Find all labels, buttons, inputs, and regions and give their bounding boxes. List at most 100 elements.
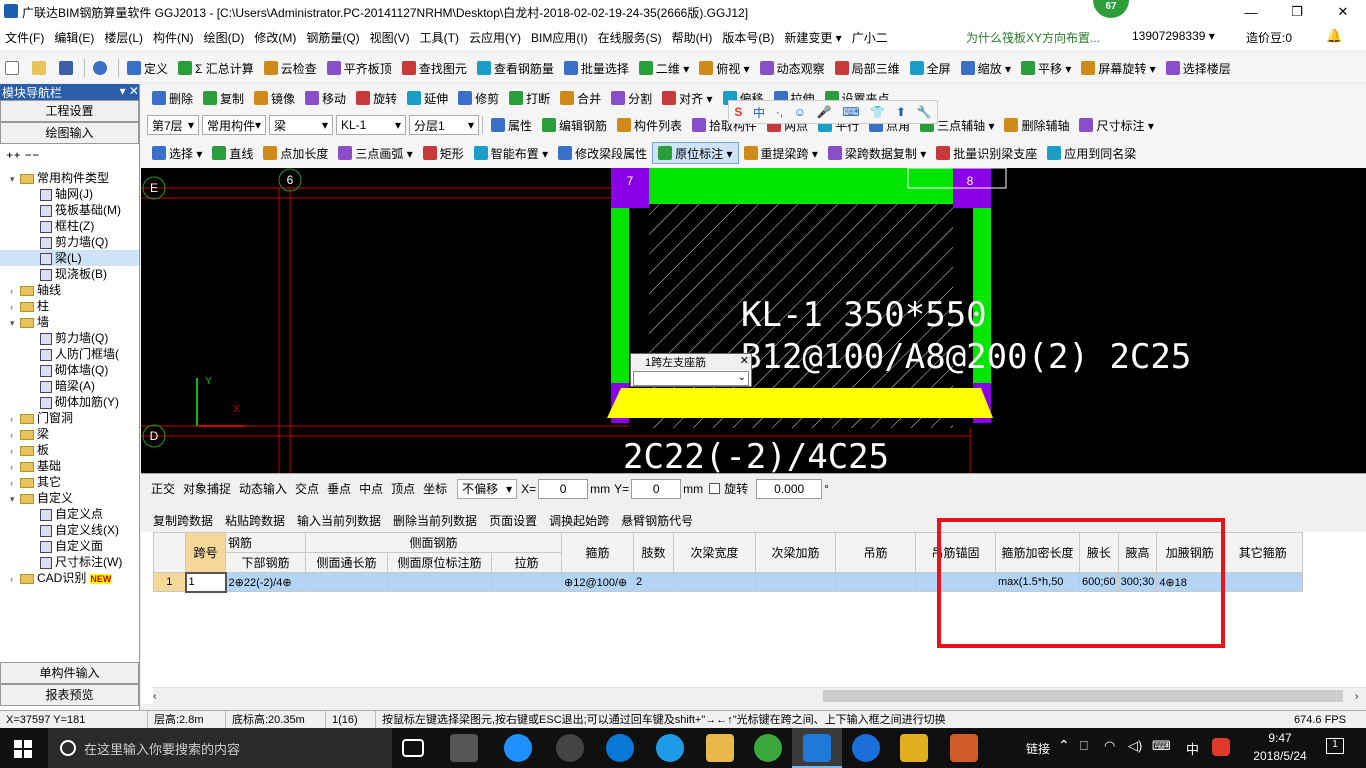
cell-bottom-rebar[interactable]: 2⊕22(-2)/4⊕ — [225, 572, 306, 592]
tree-node-11[interactable]: 人防门框墙( — [0, 346, 139, 362]
toolbar1-btn-4[interactable]: 查找图元 — [397, 57, 472, 79]
cell-side-long[interactable] — [305, 572, 388, 592]
menu-item-13[interactable]: 版本号(B) — [717, 29, 779, 46]
toolbar1-btn-1[interactable]: Σ 汇总计算 — [173, 57, 259, 79]
grid-horizontal-scrollbar[interactable]: ‹ › — [153, 687, 1366, 704]
project-settings-button[interactable]: 工程设置 — [0, 100, 139, 122]
collapse-all-icon[interactable]: ⁻⁻ — [25, 149, 40, 166]
menu-item-7[interactable]: 视图(V) — [365, 29, 415, 46]
tray-link-label[interactable]: 链接 — [1026, 740, 1050, 757]
ime-item-4[interactable]: 🎤 — [817, 105, 832, 119]
tree-node-8[interactable]: › 柱 — [0, 298, 139, 314]
menu-item-2[interactable]: 楼层(L) — [99, 29, 148, 46]
cell-legs[interactable]: 2 — [633, 572, 674, 592]
tree-expander-icon[interactable]: › — [10, 427, 20, 443]
toolbar2-btn-6[interactable]: 修剪 — [453, 87, 504, 109]
edge-icon[interactable] — [606, 734, 634, 762]
tree-expander-icon[interactable]: › — [10, 475, 20, 491]
ime-item-5[interactable]: ⌨ — [842, 105, 859, 119]
tree-node-4[interactable]: 剪力墙(Q) — [0, 234, 139, 250]
toolbar1-btn-3[interactable]: 平齐板顶 — [322, 57, 397, 79]
tree-node-16[interactable]: › 梁 — [0, 426, 139, 442]
gridtool-btn-1[interactable]: 粘贴跨数据 — [219, 512, 291, 529]
element-select[interactable]: KL-1 ▾ — [336, 115, 406, 135]
tree-node-7[interactable]: › 轴线 — [0, 282, 139, 298]
toolbar1-btn-11[interactable]: 全屏 — [905, 57, 956, 79]
cad-canvas[interactable]: E 6 D 7 8 KL-1 350*550 B12@100/A8@200(2)… — [141, 168, 1366, 473]
toolbar4-btn-8[interactable]: 重提梁跨 ▾ — [739, 142, 823, 164]
toolbar2-btn-2[interactable]: 镜像 — [249, 87, 300, 109]
menu-item-10[interactable]: BIM应用(I) — [526, 29, 593, 46]
toolbar2-btn-3[interactable]: 移动 — [300, 87, 351, 109]
scroll-thumb[interactable] — [823, 690, 1343, 702]
rotate-checkbox[interactable] — [709, 483, 721, 494]
tree-node-24[interactable]: 尺寸标注(W) — [0, 554, 139, 570]
gridtool-btn-4[interactable]: 页面设置 — [483, 512, 543, 529]
ime-item-8[interactable]: 🔧 — [917, 105, 932, 119]
snap-btn-5[interactable]: 中点 — [355, 478, 387, 500]
tree-expand-collapse[interactable]: ⁺⁺ ⁻⁻ — [0, 144, 139, 170]
tree-node-21[interactable]: 自定义点 — [0, 506, 139, 522]
tree-node-22[interactable]: 自定义线(X) — [0, 522, 139, 538]
cell-secondary-rebar[interactable] — [755, 572, 836, 592]
tree-node-1[interactable]: 轴网(J) — [0, 186, 139, 202]
floor-select[interactable]: 第7层 ▾ — [147, 115, 199, 135]
toolbar1-btn-9[interactable]: 动态观察 — [755, 57, 830, 79]
toolbar1-btn-2[interactable]: 云检查 — [259, 57, 322, 79]
tree-expander-icon[interactable]: › — [10, 411, 20, 427]
app-notes-icon[interactable] — [900, 734, 928, 762]
menu-item-6[interactable]: 钢筋量(Q) — [301, 29, 364, 46]
cell-side-orig[interactable] — [387, 572, 492, 592]
menu-item-12[interactable]: 帮助(H) — [667, 29, 718, 46]
save-icon[interactable] — [54, 57, 81, 79]
tray-network-icon[interactable]: ⎕ — [1080, 738, 1088, 754]
start-windows-icon[interactable] — [14, 740, 32, 758]
tree-expander-icon[interactable]: › — [10, 459, 20, 475]
tree-expander-icon[interactable]: ▾ — [10, 315, 20, 331]
menu-item-9[interactable]: 云应用(Y) — [464, 29, 526, 46]
toolbar4-btn-1[interactable]: 直线 — [207, 142, 258, 164]
toolbar4-btn-9[interactable]: 梁跨数据复制 ▾ — [823, 142, 931, 164]
drawing-input-button[interactable]: 绘图输入 — [0, 122, 139, 144]
gridtool-btn-6[interactable]: 悬臂钢筋代号 — [615, 512, 699, 529]
cell-span[interactable]: 1 — [184, 571, 227, 593]
tray-ime-lang[interactable]: 中 — [1186, 739, 1199, 758]
support-rebar-input[interactable]: ⌄ — [633, 371, 749, 386]
toolbar1-btn-10[interactable]: 局部三维 — [830, 57, 905, 79]
toolbar3-btn-2[interactable]: 构件列表 — [612, 114, 687, 136]
toolbar1-btn-14[interactable]: 屏幕旋转 ▾ — [1076, 57, 1160, 79]
menu-item-5[interactable]: 修改(M) — [249, 29, 301, 46]
cad-drawing[interactable]: E 6 D 7 8 KL-1 350*550 B12@100/A8@200(2)… — [141, 168, 1366, 473]
toolbar1-btn-8[interactable]: 俯视 ▾ — [694, 57, 754, 79]
expand-all-icon[interactable]: ⁺⁺ — [6, 149, 21, 166]
task-view-icon[interactable] — [402, 739, 424, 757]
toolbar2-btn-7[interactable]: 打断 — [504, 87, 555, 109]
tray-volume-icon[interactable]: ◁) — [1128, 738, 1142, 754]
menu-item-11[interactable]: 在线服务(S) — [593, 29, 667, 46]
toolbar4-btn-3[interactable]: 三点画弧 ▾ — [333, 142, 417, 164]
menu-item-14[interactable]: 新建变更 ▾ — [779, 29, 846, 46]
cell-secondary-width[interactable] — [673, 572, 756, 592]
toolbar1-btn-15[interactable]: 选择楼层 — [1161, 57, 1236, 79]
tree-node-3[interactable]: 框柱(Z) — [0, 218, 139, 234]
gridtool-btn-3[interactable]: 删除当前列数据 — [387, 512, 483, 529]
tree-expander-icon[interactable]: › — [10, 571, 20, 587]
tree-expander-icon[interactable]: ▾ — [10, 171, 20, 187]
pdf-app-icon[interactable] — [950, 734, 978, 762]
ie-edge-icon[interactable] — [504, 734, 532, 762]
toolbar4-btn-10[interactable]: 批量识别梁支座 — [931, 142, 1042, 164]
file-explorer-icon[interactable] — [706, 734, 734, 762]
single-component-input-button[interactable]: 单构件输入 — [0, 662, 139, 684]
scroll-left-icon[interactable]: ‹ — [153, 691, 156, 702]
maximize-button[interactable]: ❐ — [1274, 0, 1320, 24]
tree-node-23[interactable]: 自定义面 — [0, 538, 139, 554]
ime-item-3[interactable]: ☺ — [794, 105, 806, 119]
toolbar2-btn-8[interactable]: 合并 — [555, 87, 606, 109]
offset-select[interactable]: 不偏移 ▾ — [457, 478, 518, 499]
snap-btn-1[interactable]: 对象捕捉 — [179, 478, 235, 500]
tree-expander-icon[interactable]: › — [10, 299, 20, 315]
tray-chevron-icon[interactable]: ⌃ — [1058, 737, 1070, 754]
toolbar4-btn-0[interactable]: 选择 ▾ — [147, 142, 207, 164]
ime-item-7[interactable]: ⬆ — [896, 105, 906, 119]
toolbar4-btn-4[interactable]: 矩形 — [418, 142, 469, 164]
